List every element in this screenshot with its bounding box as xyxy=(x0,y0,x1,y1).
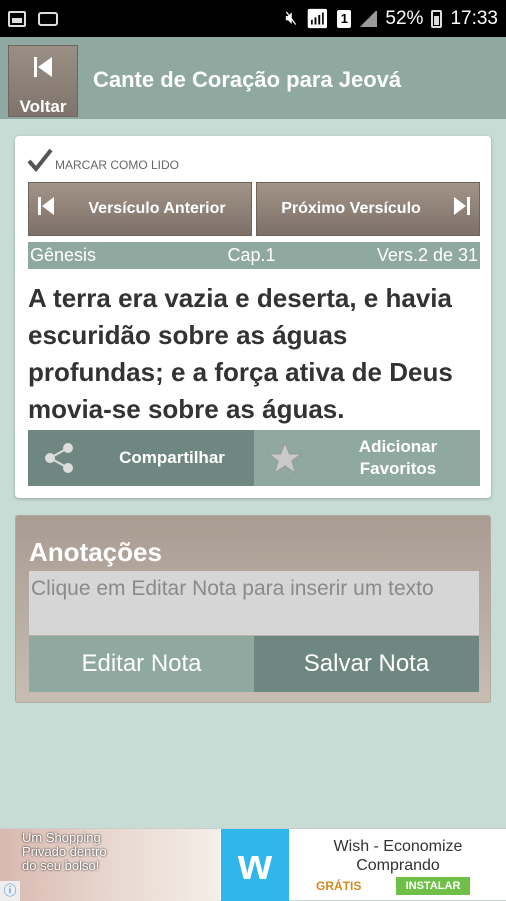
mark-as-read-label: MARCAR COMO LIDO xyxy=(55,158,180,172)
back-label: Voltar xyxy=(19,97,67,116)
notes-panel: Anotações Clique em Editar Nota para ins… xyxy=(15,515,491,703)
signal-icon xyxy=(359,10,378,27)
share-label: Compartilhar xyxy=(119,448,225,467)
mark-as-read-checkbox[interactable]: MARCAR COMO LIDO xyxy=(27,148,179,172)
gallery-notification-icon xyxy=(8,10,26,27)
ad-info-icon[interactable]: ⓘ xyxy=(0,881,20,901)
battery-percent: 52% xyxy=(385,7,424,29)
app-bar: Voltar Cante de Coração para Jeová xyxy=(0,37,506,119)
mute-icon: 🔇︎ xyxy=(285,7,298,29)
share-button[interactable]: Compartilhar xyxy=(28,430,254,486)
save-note-button[interactable]: Salvar Nota xyxy=(254,636,479,692)
verse-info-bar: Gênesis Cap.1 Vers.2 de 31 xyxy=(28,242,480,269)
add-favorite-button[interactable]: Adicionar Favoritos xyxy=(254,430,480,486)
ad-title-line2: Comprando xyxy=(356,857,440,874)
previous-verse-label: Versículo Anterior xyxy=(88,200,226,217)
skip-back-icon xyxy=(29,196,63,222)
note-text-area[interactable]: Clique em Editar Nota para inserir um te… xyxy=(29,571,479,635)
edit-note-button[interactable]: Editar Nota xyxy=(29,636,254,692)
skip-forward-icon xyxy=(445,196,479,222)
star-icon xyxy=(254,441,316,475)
checkmark-icon xyxy=(27,148,53,172)
verse-actions: Compartilhar Adicionar Favoritos xyxy=(28,430,480,486)
clock: 17:33 xyxy=(450,7,498,29)
previous-verse-button[interactable]: Versículo Anterior xyxy=(28,182,252,236)
ad-promo-line2: Privado dentro xyxy=(22,844,107,859)
ad-promo-line3: do seu bolso! xyxy=(22,858,100,873)
notes-title: Anotações xyxy=(29,537,162,567)
skip-back-icon xyxy=(9,56,77,83)
page-title: Cante de Coração para Jeová xyxy=(93,67,402,92)
ad-title-line1: Wish - Economize xyxy=(333,838,463,855)
add-favorite-line1: Adicionar xyxy=(358,437,438,456)
ad-free-label: GRÁTIS xyxy=(316,879,362,893)
next-verse-button[interactable]: Próximo Versículo xyxy=(256,182,480,236)
wifi-icon: 📶︎ xyxy=(305,8,330,30)
verse-text: A terra era vazia e deserta, e havia esc… xyxy=(28,283,453,424)
ad-title: Wish - Economize Comprando xyxy=(300,837,496,875)
status-bar: 🔇︎ 📶︎ 1 52% 17:33 xyxy=(0,0,506,37)
next-verse-label: Próximo Versículo xyxy=(281,200,421,217)
ad-promo-line1: Um Shopping xyxy=(22,830,101,845)
add-favorite-line2: Favoritos xyxy=(359,459,437,478)
share-icon xyxy=(28,441,90,475)
wish-logo-icon[interactable]: w xyxy=(221,829,289,901)
back-button[interactable]: Voltar xyxy=(8,45,78,117)
ad-install-button[interactable]: INSTALAR xyxy=(396,877,470,895)
sim-icon: 1 xyxy=(337,9,352,28)
verse-reference: Vers.2 de 31 xyxy=(376,245,478,265)
verse-card: MARCAR COMO LIDO Versículo Anterior Próx… xyxy=(15,136,491,498)
battery-icon xyxy=(431,9,443,28)
chapter-label: Cap.1 xyxy=(227,245,276,265)
ad-promo-text: Um Shopping Privado dentro do seu bolso! xyxy=(22,831,107,873)
verse-navigation: Versículo Anterior Próximo Versículo xyxy=(28,182,480,236)
add-favorite-label: Adicionar Favoritos xyxy=(316,436,480,480)
notes-buttons: Editar Nota Salvar Nota xyxy=(29,636,479,692)
voicemail-icon xyxy=(38,11,58,26)
ad-banner[interactable]: Um Shopping Privado dentro do seu bolso!… xyxy=(0,828,506,901)
ad-image[interactable]: Um Shopping Privado dentro do seu bolso!… xyxy=(0,829,220,901)
book-name: Gênesis xyxy=(30,245,97,265)
